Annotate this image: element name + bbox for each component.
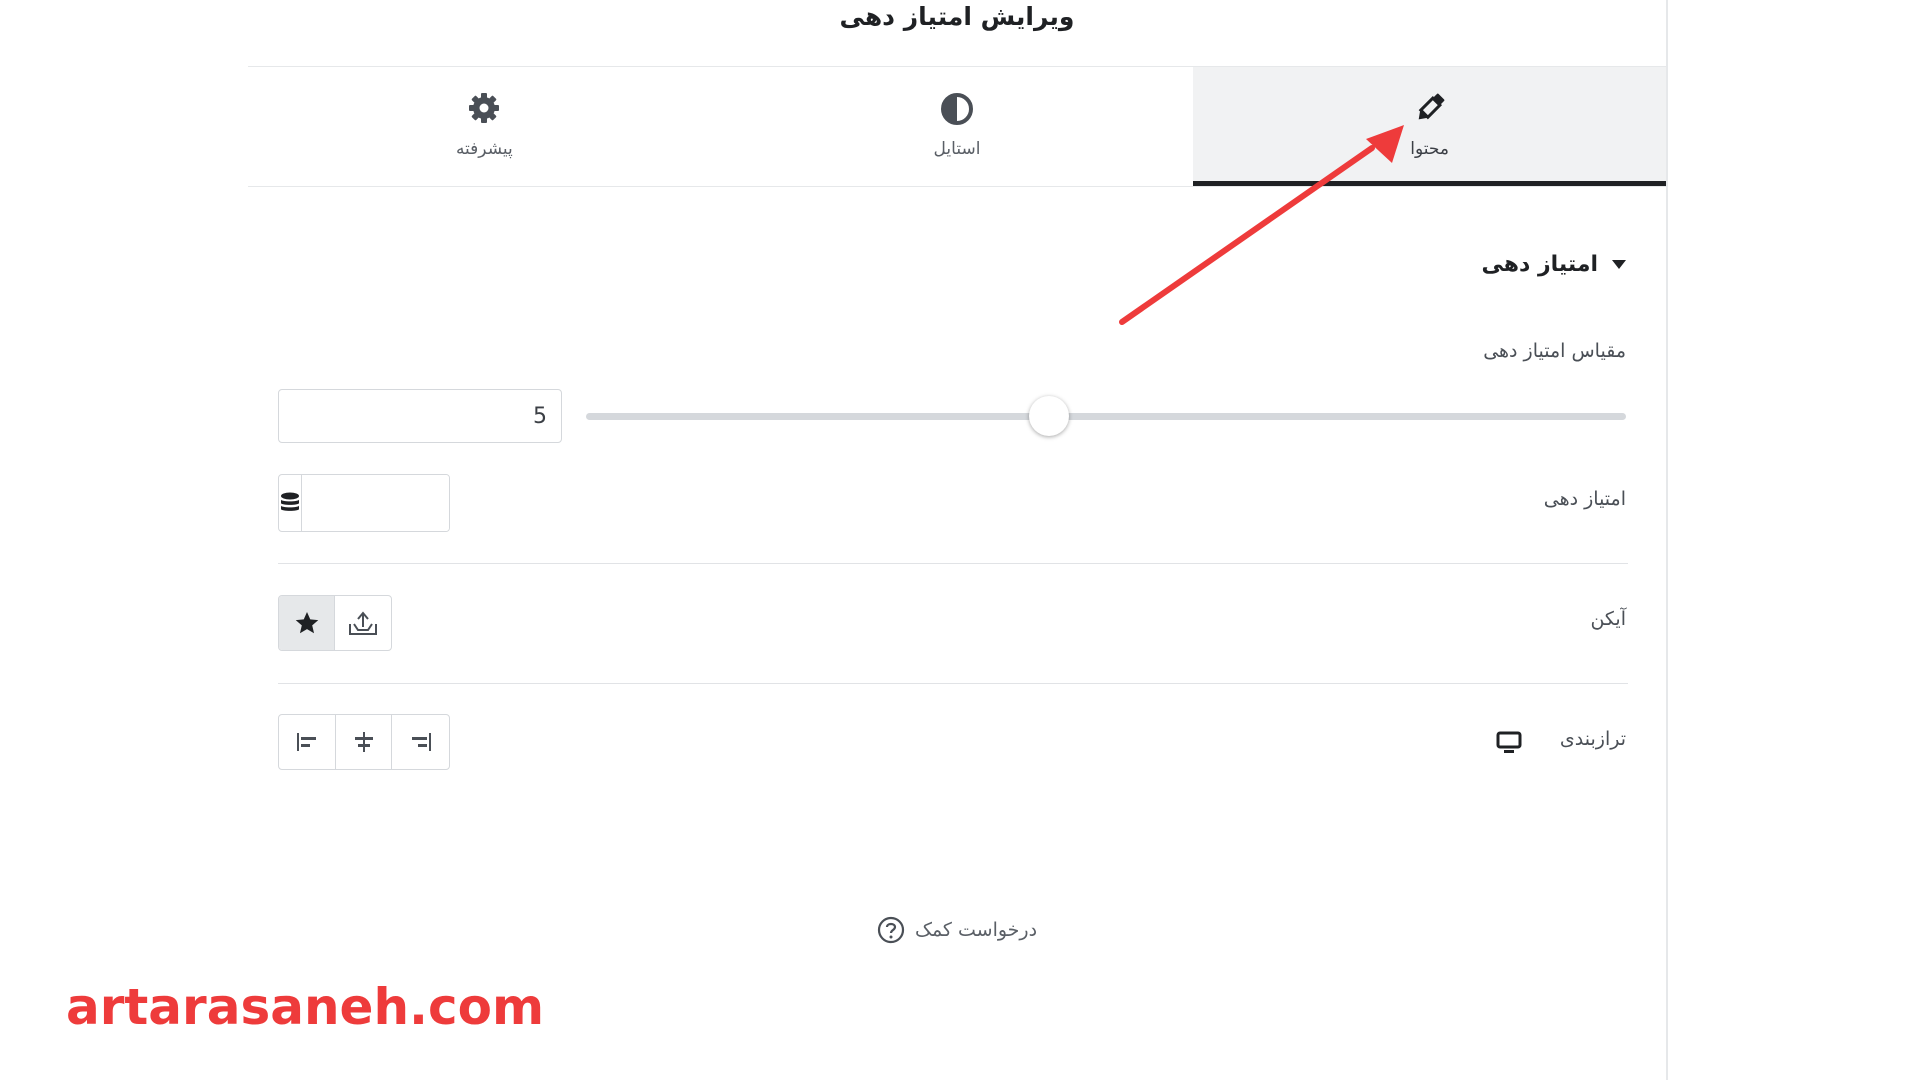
rating-scale-label: مقیاس امتیاز دهی: [1483, 340, 1626, 362]
gear-icon: [469, 93, 500, 123]
tab-content[interactable]: محتوا: [1193, 67, 1666, 187]
divider: [278, 683, 1628, 684]
help-label: درخواست کمک: [914, 919, 1038, 941]
icon-label: آیکن: [1590, 608, 1626, 630]
align-left-button[interactable]: [279, 715, 336, 769]
rating-scale-slider[interactable]: [586, 413, 1626, 420]
section-toggle[interactable]: امتیاز دهی: [1481, 252, 1626, 277]
half-circle-icon: [940, 93, 973, 125]
rating-label: امتیاز دهی: [1543, 488, 1626, 510]
rating-field: [278, 474, 450, 532]
icon-choice-group: [278, 595, 392, 651]
align-center-button[interactable]: [336, 715, 393, 769]
panel-edge: [1666, 0, 1668, 1080]
star-icon-button[interactable]: [279, 596, 336, 650]
database-icon: [281, 492, 299, 511]
alignment-label: ترازبندی: [1559, 728, 1626, 750]
align-right-icon: [411, 733, 431, 751]
desktop-icon[interactable]: [1496, 731, 1522, 755]
tab-bar: پیشرفته استایل محتوا: [248, 67, 1666, 187]
help-link[interactable]: درخواست کمک: [248, 916, 1666, 944]
tab-style-label: استایل: [933, 139, 981, 159]
rating-scale-input[interactable]: [278, 389, 562, 443]
tab-advanced-label: پیشرفته: [455, 139, 513, 159]
rating-input[interactable]: [302, 475, 449, 531]
tabs-divider: [248, 186, 1666, 187]
upload-icon: [349, 611, 377, 635]
pencil-icon: [1418, 93, 1445, 120]
panel-title: ویرایش امتیاز دهی: [839, 2, 1075, 31]
caret-down-icon: [1612, 260, 1626, 269]
align-right-button[interactable]: [392, 715, 449, 769]
alignment-group: [278, 714, 450, 770]
upload-icon-button[interactable]: [335, 596, 391, 650]
align-center-icon: [354, 732, 373, 752]
tab-advanced[interactable]: پیشرفته: [248, 67, 721, 187]
tab-content-label: محتوا: [1410, 139, 1449, 159]
align-left-icon: [296, 733, 316, 751]
tab-style[interactable]: استایل: [721, 67, 1194, 187]
watermark: artarasaneh.com: [66, 978, 545, 1036]
editor-panel: ویرایش امتیاز دهی پیشرفته استایل محتوا ا…: [248, 0, 1666, 1080]
question-circle-icon: [877, 916, 905, 944]
section-title: امتیاز دهی: [1481, 252, 1598, 277]
slider-handle[interactable]: [1028, 396, 1069, 436]
divider: [278, 563, 1628, 564]
dynamic-tags-button[interactable]: [279, 475, 302, 531]
star-icon: [295, 611, 318, 634]
